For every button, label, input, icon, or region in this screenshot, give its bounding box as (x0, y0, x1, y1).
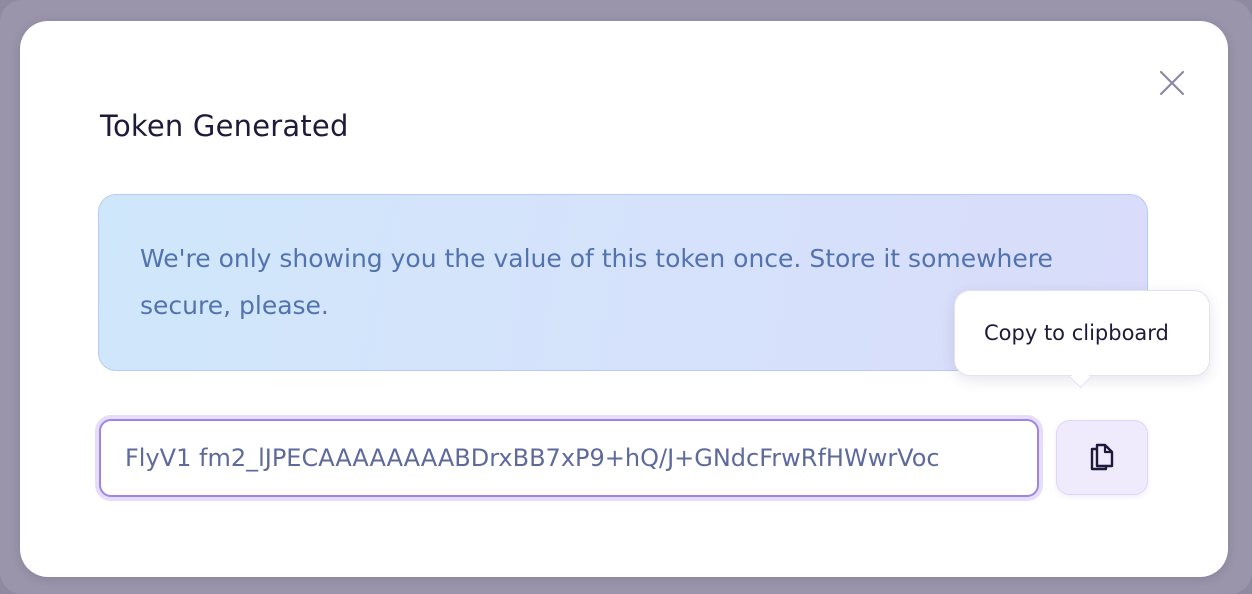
close-icon (1159, 70, 1185, 96)
copy-to-clipboard-button[interactable] (1056, 420, 1148, 495)
copy-tooltip: Copy to clipboard (954, 290, 1210, 389)
close-button[interactable] (1158, 69, 1186, 97)
dialog-title: Token Generated (100, 109, 349, 143)
token-value-field[interactable] (99, 419, 1039, 497)
tooltip-text: Copy to clipboard (984, 321, 1169, 345)
copy-icon (1090, 443, 1114, 471)
